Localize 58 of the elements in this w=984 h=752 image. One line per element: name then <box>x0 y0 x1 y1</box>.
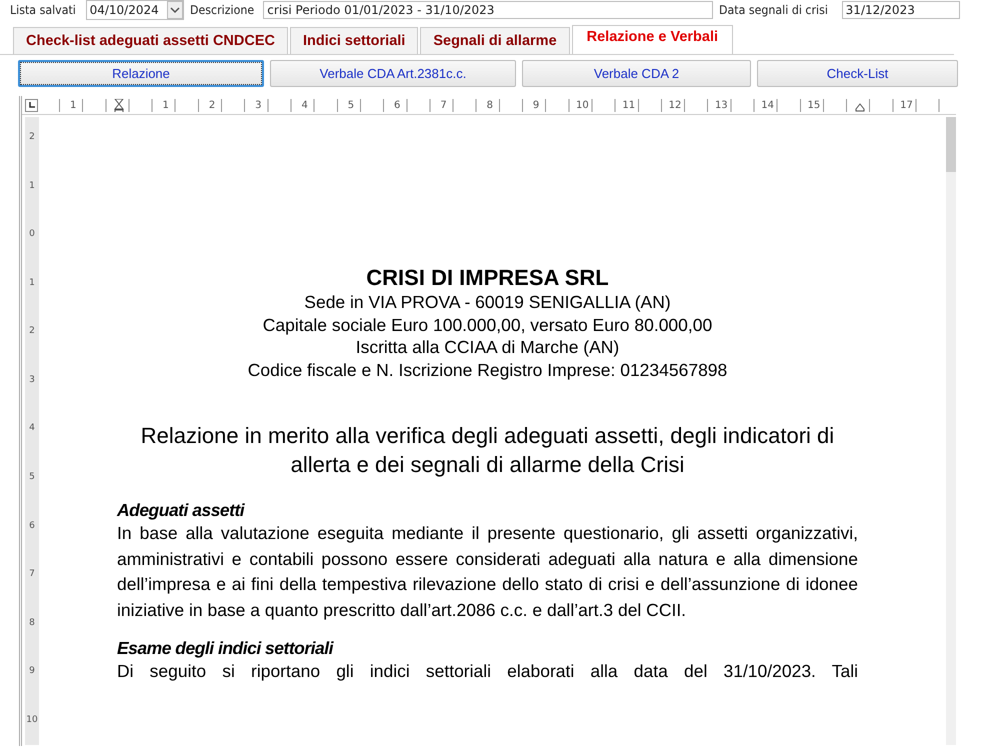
ruler-number: 6 <box>392 100 402 110</box>
ruler-number: 14 <box>759 100 776 110</box>
section-heading: Esame degli indici settoriali <box>117 637 335 659</box>
ruler-number: 9 <box>29 666 35 676</box>
tab[interactable]: Segnali di allarme <box>420 27 570 54</box>
ruler-number: 5 <box>29 472 35 482</box>
ruler-number: 2 <box>29 326 35 336</box>
company-info-line: Codice fiscale e N. Iscrizione Registro Imprese: 01234567898 <box>246 358 728 381</box>
ruler-number: 1 <box>160 100 171 110</box>
ruler-number: 1 <box>29 278 35 288</box>
ruler-number: 2 <box>29 132 35 142</box>
company-info-line: Capitale sociale Euro 100.000,00, versato Euro 80.000,00 <box>262 314 714 336</box>
crisis-date-field[interactable]: 31/12/2023 <box>842 1 960 19</box>
saved-list-dropdown[interactable]: 04/10/2024 <box>86 0 184 20</box>
ruler-number: 15 <box>806 100 822 110</box>
ruler-number: 10 <box>574 100 591 110</box>
description-field[interactable]: crisi Periodo 01/01/2023 - 31/10/2023 <box>263 1 714 19</box>
ruler-number: 17 <box>898 100 915 110</box>
ruler-number: 8 <box>29 618 35 628</box>
ruler-number: 2 <box>206 100 218 110</box>
ruler-number: 4 <box>299 100 310 110</box>
ruler-number: 9 <box>530 100 542 110</box>
ruler-number: 1 <box>29 180 35 191</box>
section-paragraph: Di seguito si riportano gli indici settoriali elaborati alla data del 31/10/2023. Tali <box>117 660 858 683</box>
ruler-number: 7 <box>29 569 35 580</box>
document-button[interactable]: Relazione <box>18 60 264 87</box>
ruler-number: 10 <box>26 714 38 725</box>
ruler-number: 4 <box>29 423 35 434</box>
tab[interactable]: Indici settoriali <box>290 27 418 54</box>
ruler-number: 5 <box>346 100 356 110</box>
indent-marker-icon[interactable] <box>114 98 124 112</box>
company-name: CRISI DI IMPRESA SRL <box>365 265 610 291</box>
company-info-line: Sede in VIA PROVA - 60019 SENIGALLIA (AN) <box>303 291 672 314</box>
vertical-ruler[interactable]: 2 1 0 1 2 3 4 5 6 7 8 9 10 <box>25 117 39 745</box>
tab[interactable]: Relazione e Verbali <box>572 25 734 54</box>
document-title: Relazione in merito alla verifica degli adeguati assetti, degli indicatori di allerta e dei segnali di allarme della Crisi <box>140 422 836 479</box>
ruler-number: 11 <box>620 100 638 110</box>
section-paragraph: In base alla valutazione eseguita mediante il presente questionario, gli assetti organizzativi, amministrativi e contabili possono essere considerati adeguati alla natura e alla dimensione dell’impresa e ai fini della tempestiva rilevazione dello stato di crisi e dell’assunzione di idonee iniziative in base a quanto prescritto dall’art.2086 c.c. e dall’art.3 del CCII. <box>117 522 858 622</box>
document-button[interactable]: Check-List <box>757 60 958 87</box>
ruler-number: 8 <box>484 100 495 110</box>
document-button[interactable]: Verbale CDA 2 <box>522 60 751 87</box>
ruler-number: 12 <box>666 100 684 110</box>
field-label: Data segnali di crisi <box>719 3 828 17</box>
scrollbar-thumb[interactable] <box>946 117 956 172</box>
ruler-number: 7 <box>438 100 449 110</box>
ruler-number: 0 <box>29 229 35 240</box>
tab-stop-icon[interactable] <box>25 98 38 112</box>
section-heading: Adeguati assetti <box>117 499 246 521</box>
ruler-number: 6 <box>29 520 35 531</box>
document-button[interactable]: Verbale CDA Art.2381c.c. <box>270 60 516 87</box>
ruler-number: 3 <box>253 100 264 110</box>
company-info-line: Iscritta alla CCIAA di Marche (AN) <box>354 336 620 358</box>
vertical-scrollbar[interactable] <box>946 117 956 745</box>
field-label: Lista salvati <box>10 3 76 17</box>
tab[interactable]: Check-list adeguati assetti CNDCEC <box>13 27 288 54</box>
ruler-number: 3 <box>29 374 35 385</box>
field-label: Descrizione <box>190 3 254 17</box>
right-indent-marker-icon[interactable] <box>855 102 866 112</box>
